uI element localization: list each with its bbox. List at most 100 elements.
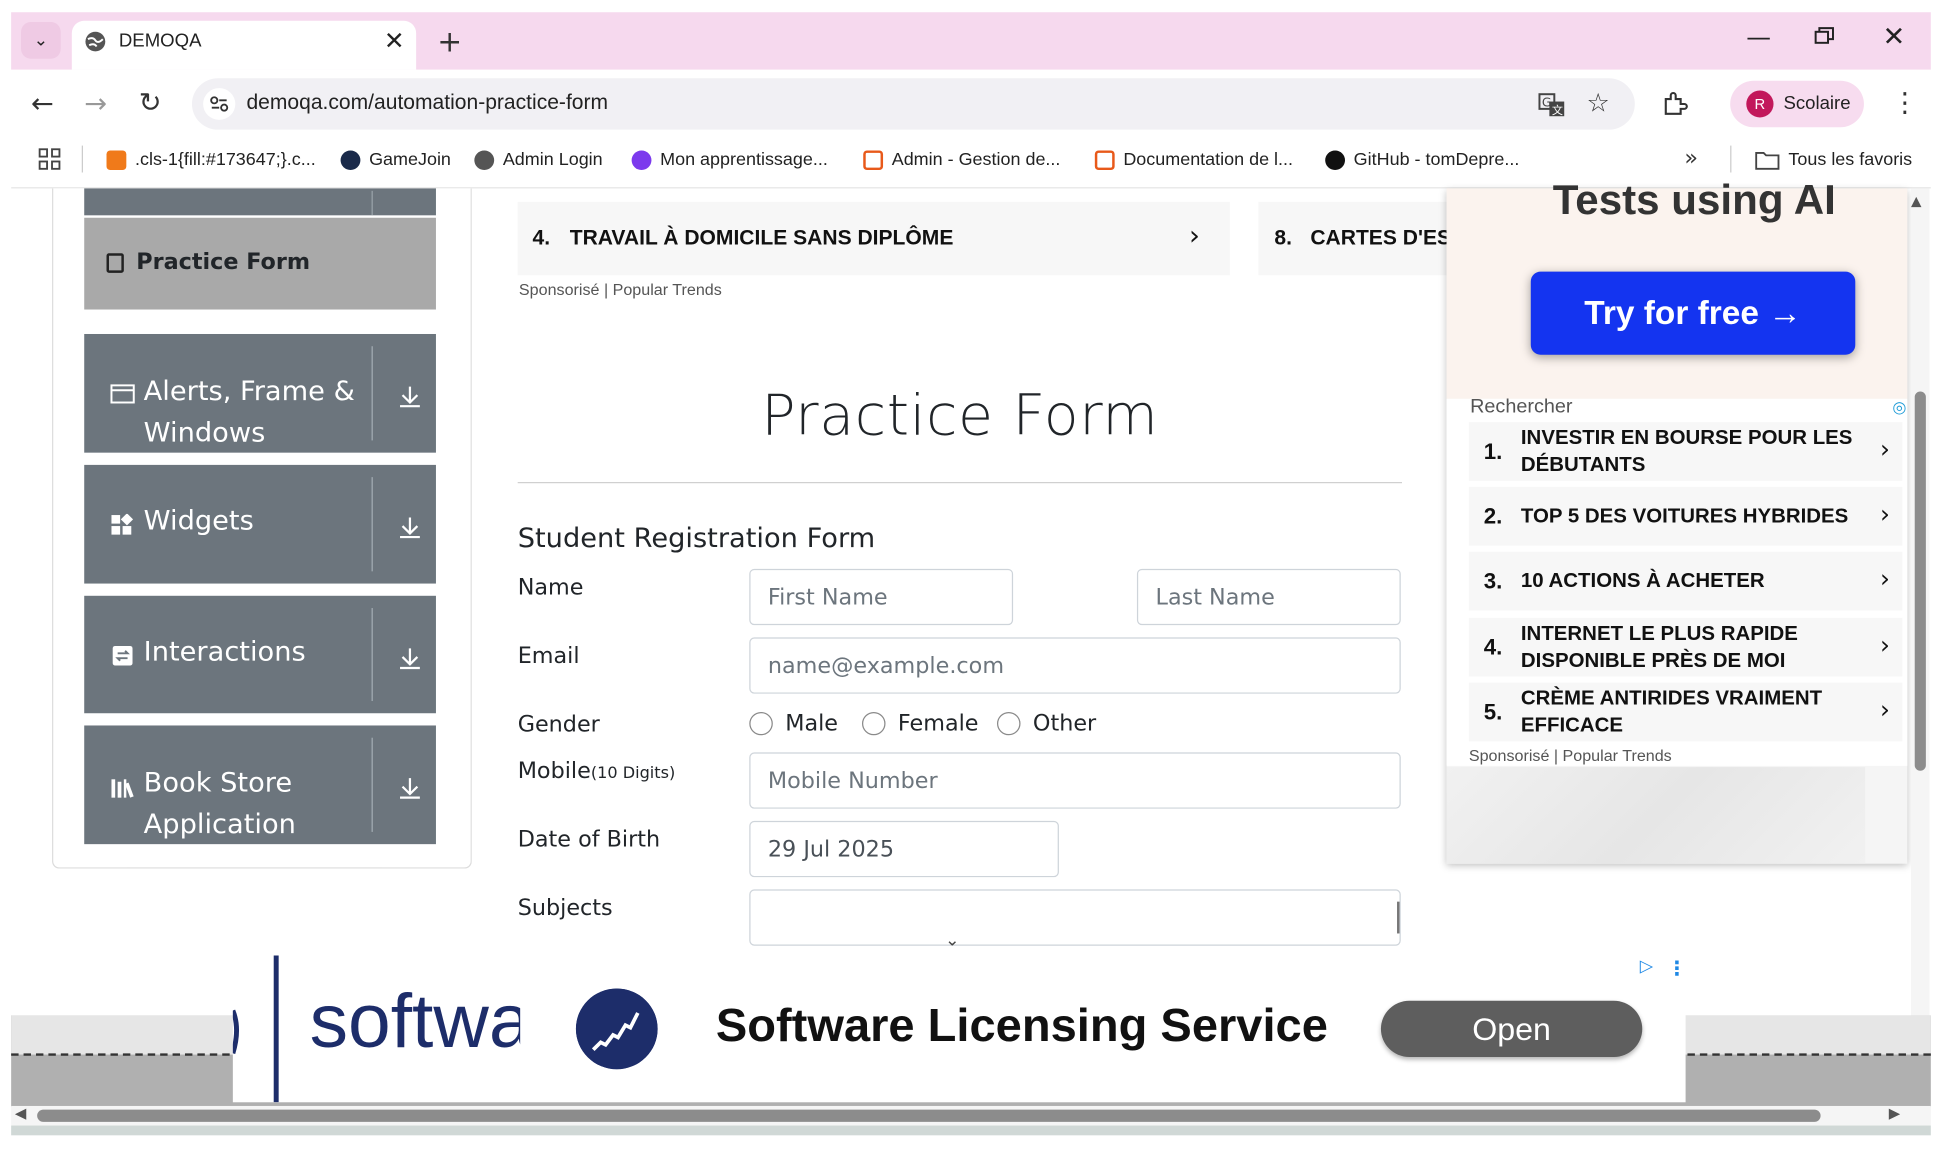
radio-label: Other <box>1032 710 1097 737</box>
mobile-hint: (10 Digits) <box>590 764 676 783</box>
ad-item-text: 10 ACTIONS À ACHETER <box>1520 570 1765 593</box>
download-icon[interactable] <box>396 383 423 410</box>
bookmark-7[interactable]: GitHub - tomDepre... <box>1325 147 1519 174</box>
bookmark-6[interactable]: Documentation de l... <box>1094 147 1293 174</box>
email-input[interactable]: name@example.com <box>749 637 1401 694</box>
sidebar-divider <box>371 477 373 572</box>
profile-name: Scolaire <box>1783 92 1851 114</box>
close-window-icon[interactable]: ✕ <box>1883 22 1906 53</box>
ad-list-item[interactable]: 1. INVESTIR EN BOURSE POUR LES DÉBUTANTS… <box>1468 422 1903 481</box>
open-button[interactable]: Open <box>1380 1000 1643 1058</box>
minimize-icon[interactable]: — <box>1746 22 1771 51</box>
mobile-input[interactable]: Mobile Number <box>749 752 1401 809</box>
radio-circle[interactable] <box>861 712 886 736</box>
interactions-icon <box>112 645 133 666</box>
sidebar-group-alerts[interactable]: Alerts, Frame & Windows <box>84 333 436 453</box>
xampp-icon <box>863 150 884 171</box>
bookmark-3[interactable]: Admin Login <box>474 147 603 174</box>
adchoices-icon[interactable]: ▷ <box>1640 957 1653 977</box>
sidebar-group-book-store[interactable]: Book Store Application <box>84 725 436 845</box>
try-for-free-button[interactable]: Try for free → <box>1530 271 1856 355</box>
bookmark-label: GameJoin <box>369 150 451 171</box>
vertical-scroll-thumb[interactable] <box>1914 391 1926 771</box>
ad-brand-mark <box>232 955 279 1103</box>
download-icon[interactable] <box>396 774 423 801</box>
ad-item-number: 3. <box>1483 568 1503 594</box>
gender-radio-other[interactable]: Other <box>996 710 1097 737</box>
site-settings-icon[interactable] <box>203 88 236 120</box>
gender-label: Gender <box>517 712 600 738</box>
ad-info-icon[interactable]: ◎ <box>1892 399 1906 417</box>
ad-item-number: 5. <box>1483 699 1503 725</box>
ad-item-text: INTERNET LE PLUS RAPIDE DISPONIBLE PRÈS … <box>1520 622 1798 672</box>
bookmark-1[interactable]: .cls-1{fill:#173647;}.c... <box>106 147 316 174</box>
forward-icon[interactable]: → <box>84 89 107 120</box>
ad-list-item[interactable]: 2. TOP 5 DES VOITURES HYBRIDES › <box>1468 486 1903 546</box>
radio-label: Male <box>785 710 839 737</box>
chevron-right-icon: › <box>1188 221 1200 253</box>
mobile-label: Mobile(10 Digits) <box>518 759 676 785</box>
close-tab-icon[interactable]: ✕ <box>384 26 405 55</box>
bookmark-star-icon[interactable]: ☆ <box>1587 88 1610 117</box>
name-label: Name <box>517 574 584 601</box>
ad-link-text[interactable]: CARTES D'ESSENCE <box>1310 226 1449 250</box>
ad-list-item[interactable]: 5. CRÈME ANTIRIDES VRAIMENT EFFICACE › <box>1468 682 1903 742</box>
title-divider <box>517 482 1402 484</box>
gender-radio-female[interactable]: Female <box>861 711 979 736</box>
back-icon[interactable]: ← <box>31 89 54 120</box>
browser-menu-icon[interactable]: ⋮ <box>1891 88 1918 119</box>
chevron-down-icon[interactable]: ⌄ <box>945 931 960 951</box>
sidebar-group-interactions[interactable]: Interactions <box>84 595 436 714</box>
tab-search-button[interactable]: ⌄ <box>21 22 61 59</box>
download-icon[interactable] <box>396 514 423 541</box>
bookmark-4[interactable]: Mon apprentissage... <box>631 147 828 174</box>
url-text[interactable]: demoqa.com/automation-practice-form <box>246 91 608 115</box>
all-bookmarks[interactable]: Tous les favoris <box>1755 147 1912 174</box>
dob-input[interactable]: 29 Jul 2025 <box>749 820 1059 878</box>
restore-icon[interactable] <box>1814 27 1834 44</box>
sidebar-item-label: Practice Form <box>136 249 311 276</box>
horizontal-scroll-thumb[interactable] <box>37 1109 1821 1122</box>
reload-icon[interactable]: ↻ <box>139 88 162 119</box>
ad-item-number: 1. <box>1483 439 1503 464</box>
more-bookmarks-icon[interactable]: » <box>1684 146 1698 172</box>
svg-text:文: 文 <box>1552 103 1563 117</box>
bookmarks-divider <box>1730 145 1732 173</box>
bookmark-2[interactable]: GameJoin <box>340 147 451 174</box>
new-tab-button[interactable]: + <box>437 24 462 58</box>
ad-item-text: CRÈME ANTIRIDES VRAIMENT EFFICACE <box>1520 687 1823 737</box>
window-bottom-edge <box>11 1125 1931 1136</box>
sidebar-group-widgets[interactable]: Widgets <box>84 464 436 584</box>
radio-circle[interactable] <box>996 712 1021 736</box>
sidebar-group-label: Widgets <box>143 506 254 538</box>
subjects-input[interactable] <box>749 889 1401 946</box>
folder-icon <box>1755 152 1780 170</box>
ad-link-text[interactable]: TRAVAIL À DOMICILE SANS DIPLÔME <box>570 226 954 250</box>
sidebar-group-label: Windows <box>143 418 266 449</box>
radio-circle[interactable] <box>749 712 773 736</box>
download-icon[interactable] <box>396 645 423 672</box>
sidebar-divider <box>371 190 373 216</box>
extensions-icon[interactable] <box>1660 88 1692 120</box>
ad-menu-icon[interactable]: ⋮ <box>1667 957 1687 980</box>
chevron-right-icon: › <box>1880 499 1890 529</box>
chevron-right-icon: › <box>1880 434 1890 464</box>
sidebar-group-label: Interactions <box>143 637 306 668</box>
gender-radio-male[interactable]: Male <box>749 710 839 737</box>
bookmark-5[interactable]: Admin - Gestion de... <box>863 147 1060 174</box>
bookmarks-divider <box>81 145 83 173</box>
sidebar-item-previous[interactable] <box>84 188 436 216</box>
apps-grid-icon[interactable] <box>38 148 61 170</box>
ad-title: Software Licensing Service <box>715 1000 1328 1053</box>
scroll-right-icon[interactable]: ▶ <box>1889 1105 1900 1122</box>
translate-icon[interactable]: G 文 <box>1538 92 1565 119</box>
form-icon <box>106 253 124 273</box>
last-name-input[interactable]: Last Name <box>1136 568 1401 626</box>
ad-list-item[interactable]: 4. INTERNET LE PLUS RAPIDE DISPONIBLE PR… <box>1468 617 1903 677</box>
orange-logo-icon <box>106 150 127 171</box>
ad-list-item[interactable]: 3. 10 ACTIONS À ACHETER › <box>1468 551 1903 611</box>
scroll-left-icon[interactable]: ◀ <box>15 1105 26 1122</box>
scroll-up-icon[interactable]: ▲ <box>1911 193 1921 209</box>
chevron-right-icon: › <box>1880 694 1890 725</box>
first-name-input[interactable]: First Name <box>749 568 1014 626</box>
